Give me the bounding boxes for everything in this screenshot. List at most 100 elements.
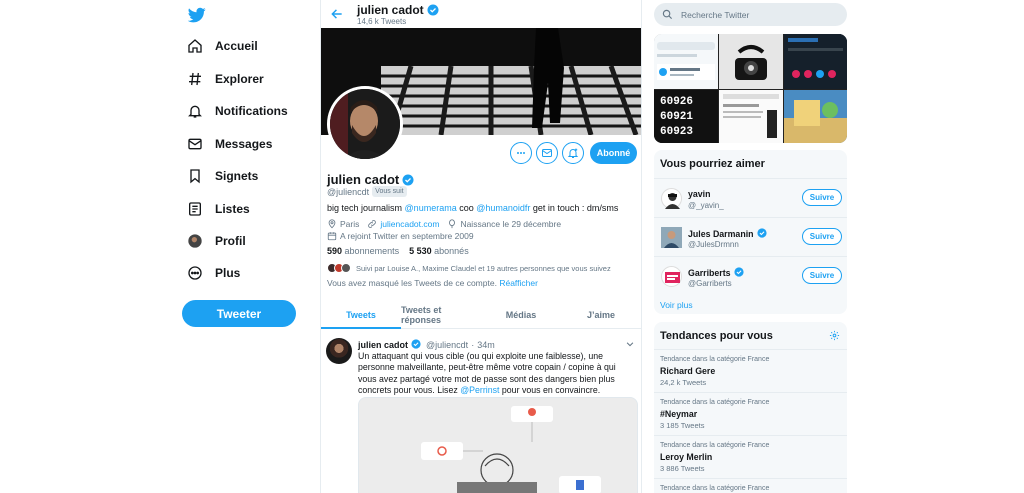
search-input[interactable] [681, 9, 841, 20]
media-thumb[interactable] [654, 34, 718, 89]
bio-mention-link[interactable]: @numerama [405, 203, 457, 213]
right-sidebar: 60926 60921 60923 Vous [652, 0, 847, 493]
suggestion-name[interactable]: Garriberts [688, 267, 746, 279]
tab-tweets-replies[interactable]: Tweets et réponses [401, 301, 481, 328]
tweet-mention-link[interactable]: @Perrinst [460, 385, 499, 395]
suggestion-item[interactable]: Garriberts @Garriberts Suivre [654, 256, 847, 295]
following-button[interactable]: Abonné [590, 142, 637, 164]
trend-item[interactable]: Tendance dans la catégorie France #Neyma… [654, 392, 847, 431]
follow-button[interactable]: Suivre [802, 228, 842, 245]
nav-item-more[interactable]: Plus [186, 261, 240, 285]
nav-item-bookmarks[interactable]: Signets [186, 164, 258, 188]
followed-by-row[interactable]: Suivi par Louise A., Maxime Claudel et 1… [327, 263, 611, 273]
unmute-link[interactable]: Réafficher [499, 278, 538, 288]
media-number: 60921 [660, 111, 694, 123]
tweet-button[interactable]: Tweeter [182, 300, 296, 327]
suggestion-name[interactable]: yavin [688, 189, 711, 199]
nav-item-home[interactable]: Accueil [186, 34, 258, 58]
profile-avatar[interactable] [327, 86, 403, 162]
who-to-follow-title: Vous pourriez aimer [660, 158, 765, 170]
nav-item-profile[interactable]: Profil [186, 229, 246, 253]
trend-name: #Neymar [660, 409, 698, 419]
birthday-text: Naissance le 29 décembre [460, 219, 562, 229]
nav-label-explore: Explorer [215, 72, 264, 86]
joined-text: A rejoint Twitter en septembre 2009 [340, 231, 474, 241]
suggestion-name-text: yavin [688, 189, 711, 199]
avatar-icon [186, 232, 204, 250]
bio-text: big tech journalism [327, 203, 405, 213]
verified-icon [733, 267, 746, 279]
search-bar[interactable] [654, 3, 847, 26]
profile-media-grid[interactable]: 60926 60921 60923 [654, 34, 847, 143]
left-navigation: Accueil Explorer Notifications Messages … [178, 0, 318, 493]
bio-mention-link[interactable]: @humanoidfr [476, 203, 530, 213]
tweet-author-name[interactable]: julien cadot [358, 340, 408, 350]
tweet-time[interactable]: 34m [477, 340, 495, 350]
tweet-body-end: pour vous en convaincre. [499, 384, 601, 395]
avatar[interactable] [661, 188, 682, 209]
nav-item-messages[interactable]: Messages [186, 132, 272, 156]
joined-row: A rejoint Twitter en septembre 2009 [327, 231, 474, 241]
header-name-text: julien cadot [357, 3, 424, 17]
see-more-link[interactable]: Voir plus [660, 300, 693, 310]
nav-label-profile: Profil [215, 234, 246, 248]
trend-item[interactable]: Tendance dans la catégorie France [654, 478, 847, 493]
gear-icon[interactable] [829, 330, 840, 341]
calendar-icon [327, 231, 337, 241]
media-thumb[interactable] [719, 90, 783, 143]
follow-button[interactable]: Suivre [802, 267, 842, 284]
followers-count[interactable]: 5 530 abonnés [409, 246, 469, 256]
media-thumb[interactable] [719, 34, 783, 89]
suggestion-handle: @Garriberts [688, 279, 732, 288]
suggestion-handle: @_yavin_ [688, 201, 724, 210]
tweet-item[interactable]: julien cadot @juliencdt · 34m Un attaqua… [321, 330, 641, 493]
media-thumb-numbers[interactable]: 60926 60921 60923 [654, 90, 718, 143]
followers-number: 5 530 [409, 246, 432, 256]
birthday: Naissance le 29 décembre [447, 219, 561, 229]
tweet-media-image[interactable] [358, 397, 638, 493]
suggestion-item[interactable]: yavin @_yavin_ Suivre [654, 178, 847, 217]
trend-item[interactable]: Tendance dans la catégorie France Leroy … [654, 435, 847, 474]
profile-name-text: julien cadot [327, 172, 400, 187]
follow-button[interactable]: Suivre [802, 189, 842, 206]
trend-count: 3 185 Tweets [660, 421, 705, 430]
nav-item-lists[interactable]: Listes [186, 197, 250, 221]
following-count[interactable]: 590 abonnements [327, 246, 399, 256]
muted-notice: Vous avez masqué les Tweets de ce compte… [327, 278, 538, 288]
back-arrow-icon[interactable] [330, 7, 344, 21]
trends-title: Tendances pour vous [660, 330, 773, 342]
avatar[interactable] [661, 227, 682, 248]
hashtag-icon [186, 70, 204, 88]
tab-media[interactable]: Médias [481, 301, 561, 328]
avatar[interactable] [661, 266, 682, 287]
nav-item-explore[interactable]: Explorer [186, 67, 264, 91]
media-number: 60923 [660, 126, 694, 138]
website-link[interactable]: juliencadot.com [380, 219, 439, 229]
more-options-icon[interactable] [510, 142, 532, 164]
twitter-logo-icon[interactable] [187, 6, 207, 26]
profile-handle-row: @juliencdt Vous suit [327, 186, 407, 197]
message-icon[interactable] [536, 142, 558, 164]
verified-icon [402, 174, 414, 186]
tab-likes[interactable]: J’aime [561, 301, 641, 328]
trends-card: Tendances pour vous Tendance dans la cat… [654, 322, 847, 493]
chevron-down-icon[interactable] [625, 339, 635, 349]
envelope-icon [186, 135, 204, 153]
media-thumb[interactable] [784, 34, 847, 89]
trend-item[interactable]: Tendance dans la catégorie France Richar… [654, 349, 847, 388]
notification-bell-add-icon[interactable] [562, 142, 584, 164]
header-tweet-count: 14,6 k Tweets [357, 17, 407, 26]
tweet-avatar[interactable] [326, 338, 352, 364]
nav-item-notifications[interactable]: Notifications [186, 99, 288, 123]
suggestion-item[interactable]: Jules Darmanin @JulesDrmnn Suivre [654, 217, 847, 256]
tweet-header: julien cadot @juliencdt · 34m [358, 339, 495, 351]
suggestion-name-text: Garriberts [688, 268, 731, 278]
suggestion-name[interactable]: Jules Darmanin [688, 228, 769, 240]
profile-meta: Paris juliencadot.com Naissance le 29 dé… [327, 219, 569, 229]
media-thumb[interactable] [784, 90, 847, 143]
trend-count: 3 886 Tweets [660, 464, 705, 473]
website: juliencadot.com [367, 219, 439, 229]
dot-separator: · [471, 340, 475, 350]
tab-tweets[interactable]: Tweets [321, 301, 401, 329]
suggestion-handle: @JulesDrmnn [688, 240, 739, 249]
